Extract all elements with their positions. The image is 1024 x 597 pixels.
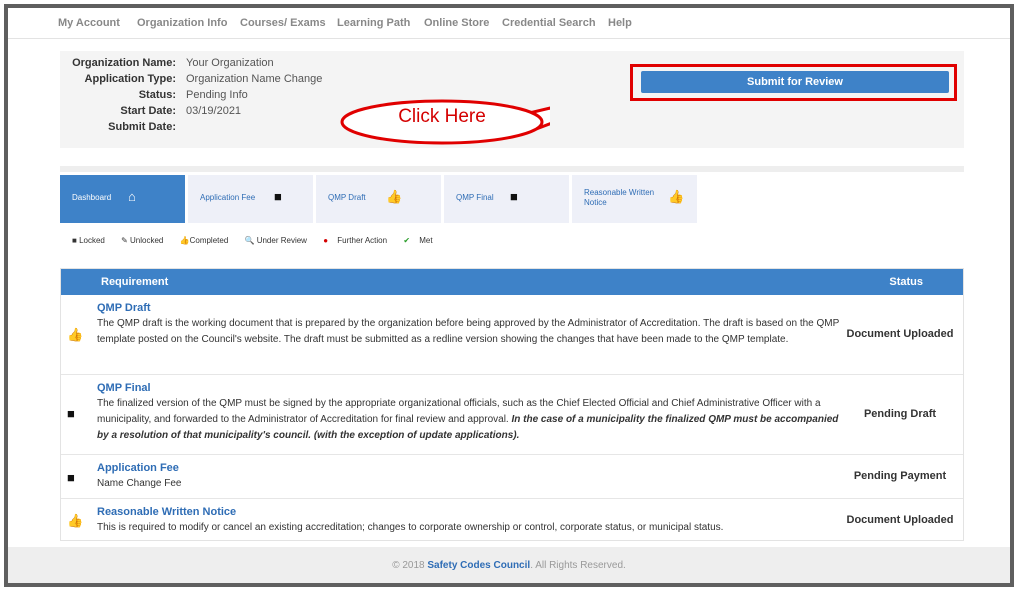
nav-organization-info[interactable]: Organization Info xyxy=(137,17,227,29)
nav-courses-exams[interactable]: Courses/ Exams xyxy=(240,17,326,29)
tab-qmp-final[interactable]: QMP Final ■ xyxy=(444,175,569,223)
requirement-description: This is required to modify or cancel an … xyxy=(97,522,724,533)
requirement-description: The QMP draft is the working document th… xyxy=(97,318,840,345)
legend-completed: 👍Completed xyxy=(179,236,229,245)
requirement-status: Document Uploaded xyxy=(846,514,954,526)
tab-qmp-draft[interactable]: QMP Draft 👍 xyxy=(316,175,441,223)
tab-label: Reasonable Written Notice xyxy=(584,188,655,207)
requirement-description: Name Change Fee xyxy=(97,478,182,489)
table-header: Requirement Status xyxy=(61,269,963,295)
nav-learning-path[interactable]: Learning Path xyxy=(337,17,410,29)
table-row: ■ QMP Final The finalized version of the… xyxy=(61,375,963,455)
tab-application-fee[interactable]: Application Fee ■ xyxy=(188,175,313,223)
lock-icon: ■ xyxy=(274,189,282,204)
table-row: 👍 QMP Draft The QMP draft is the working… xyxy=(61,295,963,375)
header-status: Status xyxy=(889,276,923,288)
legend-met: ✔ Met xyxy=(403,236,433,245)
nav-help[interactable]: Help xyxy=(608,17,632,29)
tab-label: Dashboard xyxy=(72,193,112,202)
app-type-label: Application Type: xyxy=(84,73,176,85)
requirement-description: The finalized version of the QMP must be… xyxy=(97,398,839,441)
legend-under-review: 🔍 Under Review xyxy=(244,236,307,245)
table-row: 👍 Reasonable Written Notice This is requ… xyxy=(61,499,963,541)
lock-icon: ■ xyxy=(510,189,518,204)
thumbs-up-icon: 👍 xyxy=(386,189,403,204)
status-legend: ■ Locked ✎ Unlocked 👍Completed 🔍 Under R… xyxy=(72,236,447,245)
legend-unlocked: ✎ Unlocked xyxy=(121,236,164,245)
home-icon: ⌂ xyxy=(128,189,136,204)
nav-my-account[interactable]: My Account xyxy=(58,17,120,29)
header-requirement: Requirement xyxy=(101,276,169,288)
nav-credential-search[interactable]: Credential Search xyxy=(502,17,596,29)
lock-icon: ■ xyxy=(67,406,75,421)
start-date-label: Start Date: xyxy=(120,105,176,117)
status-label: Status: xyxy=(138,89,176,101)
tab-bar: Dashboard ⌂ Application Fee ■ QMP Draft … xyxy=(60,175,964,225)
tab-label: QMP Final xyxy=(456,193,494,202)
legend-further-action: ● Further Action xyxy=(323,236,388,245)
click-here-text: Click Here xyxy=(398,106,486,127)
footer: © 2018 Safety Codes Council. All Rights … xyxy=(8,547,1010,583)
tab-label: QMP Draft xyxy=(328,193,366,202)
footer-org-link[interactable]: Safety Codes Council xyxy=(427,560,530,571)
requirement-status: Document Uploaded xyxy=(846,328,954,340)
submit-date-label: Submit Date: xyxy=(108,121,176,133)
tab-label: Application Fee xyxy=(200,193,256,202)
status-value: Pending Info xyxy=(186,89,248,101)
submit-for-review-button[interactable]: Submit for Review xyxy=(641,71,949,93)
table-row: ■ Application Fee Name Change Fee Pendin… xyxy=(61,455,963,499)
requirement-title[interactable]: QMP Draft xyxy=(97,302,151,314)
requirement-title[interactable]: Application Fee xyxy=(97,462,179,474)
requirement-title[interactable]: Reasonable Written Notice xyxy=(97,506,236,518)
nav-online-store[interactable]: Online Store xyxy=(424,17,489,29)
org-name-value: Your Organization xyxy=(186,57,274,69)
requirement-status: Pending Payment xyxy=(853,470,947,482)
thumbs-up-icon: 👍 xyxy=(67,327,84,342)
thumbs-up-icon: 👍 xyxy=(67,513,84,528)
browser-frame: My Account Organization Info Courses/ Ex… xyxy=(4,4,1014,587)
tab-reasonable-written-notice[interactable]: Reasonable Written Notice 👍 xyxy=(572,175,697,223)
legend-locked: ■ Locked xyxy=(72,236,105,245)
lock-icon: ■ xyxy=(67,470,75,485)
divider xyxy=(60,166,964,172)
top-navigation: My Account Organization Info Courses/ Ex… xyxy=(8,8,1010,39)
requirement-title[interactable]: QMP Final xyxy=(97,382,151,394)
thumbs-up-icon: 👍 xyxy=(668,189,685,204)
tab-dashboard[interactable]: Dashboard ⌂ xyxy=(60,175,185,223)
requirement-status: Pending Draft xyxy=(863,408,937,420)
requirements-table: Requirement Status 👍 QMP Draft The QMP d… xyxy=(60,268,964,541)
org-name-label: Organization Name: xyxy=(72,57,176,69)
start-date-value: 03/19/2021 xyxy=(186,105,242,117)
app-type-value: Organization Name Change xyxy=(186,73,323,85)
